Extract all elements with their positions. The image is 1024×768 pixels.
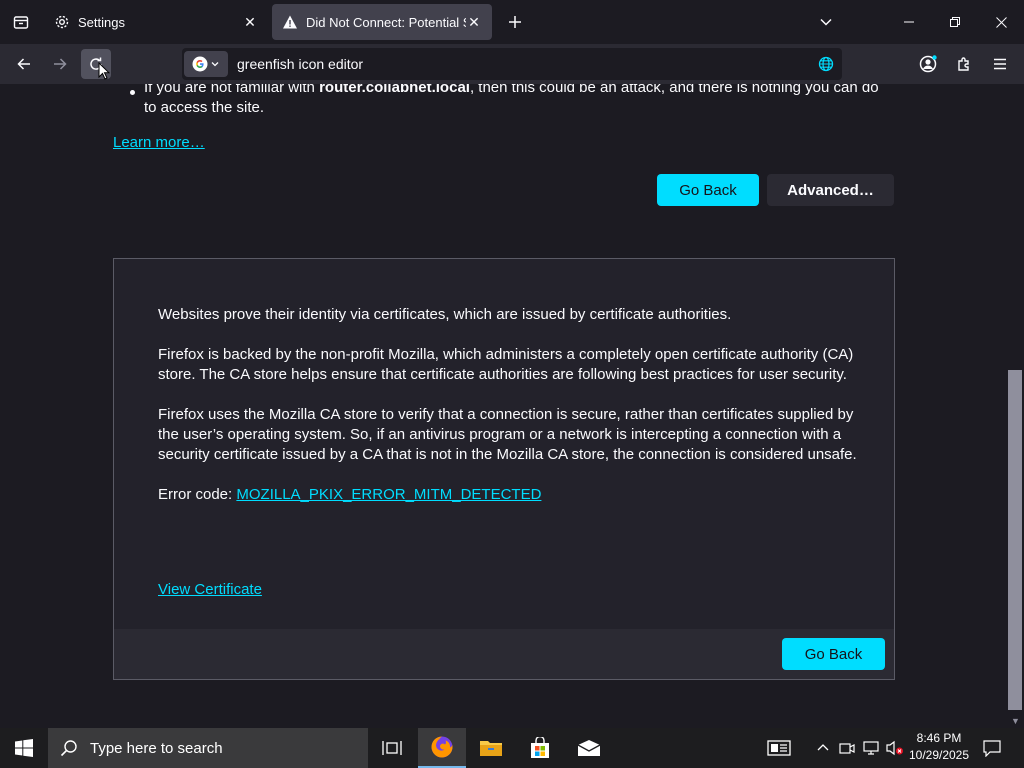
- puzzle-icon: [958, 57, 969, 71]
- go-back-button[interactable]: Go Back: [657, 174, 759, 206]
- tab-settings[interactable]: Settings ✕: [44, 4, 268, 40]
- error-code-line: Error code: MOZILLA_PKIX_ERROR_MITM_DETE…: [158, 485, 858, 505]
- close-window-button[interactable]: [978, 0, 1024, 44]
- reload-button[interactable]: [81, 49, 111, 80]
- advanced-paragraph-1: Websites prove their identity via certif…: [158, 306, 732, 323]
- new-tab-button[interactable]: [502, 8, 528, 36]
- firefox-icon: [431, 736, 453, 758]
- advanced-paragraph-2: Firefox is backed by the non-profit Mozi…: [158, 346, 854, 383]
- warning-bullet-text: If you are not familiar with router.coll…: [144, 84, 894, 118]
- bullet-dot: [130, 90, 135, 95]
- windows-logo-icon: [15, 739, 33, 757]
- google-icon: [192, 56, 208, 72]
- warning-icon: [283, 15, 297, 29]
- search-placeholder: Type here to search: [90, 739, 223, 757]
- taskbar-mail[interactable]: [565, 728, 613, 768]
- minimize-button[interactable]: [886, 0, 932, 44]
- bullet-host: router.collabnet.local: [319, 84, 470, 96]
- tab-title: Settings: [78, 14, 125, 30]
- advanced-panel: Websites prove their identity via certif…: [113, 258, 895, 680]
- advanced-panel-footer: Go Back: [114, 629, 894, 679]
- network-icon: [863, 741, 879, 755]
- task-view-button[interactable]: [368, 728, 416, 768]
- forward-button[interactable]: [45, 49, 75, 79]
- error-code-link[interactable]: MOZILLA_PKIX_ERROR_MITM_DETECTED: [236, 486, 541, 503]
- advanced-paragraph-3: Firefox uses the Mozilla CA store to ver…: [158, 406, 857, 463]
- tab-did-not-connect[interactable]: Did Not Connect: Potential Security Issu…: [272, 4, 492, 40]
- extensions-button[interactable]: [949, 49, 979, 79]
- bullet-prefix: If you are not familiar with: [144, 84, 320, 96]
- account-icon: [919, 55, 937, 73]
- search-icon: [60, 740, 77, 757]
- chevron-down-icon: [211, 62, 219, 67]
- store-icon: [531, 737, 549, 758]
- advanced-panel-body: Websites prove their identity via certif…: [158, 305, 858, 525]
- volume-button[interactable]: [884, 728, 906, 768]
- hamburger-icon: [994, 58, 1006, 70]
- vertical-scrollbar[interactable]: ▼: [1006, 84, 1024, 728]
- gear-icon: [55, 15, 69, 29]
- advanced-button[interactable]: Advanced…: [767, 174, 894, 206]
- chevron-up-icon: [817, 744, 829, 751]
- taskbar-microsoft-store[interactable]: [516, 728, 564, 768]
- close-icon[interactable]: ✕: [466, 14, 482, 30]
- taskbar-search[interactable]: Type here to search: [48, 728, 368, 768]
- page-content: If you are not familiar with router.coll…: [0, 84, 1006, 728]
- firefox-view-button[interactable]: [0, 0, 42, 44]
- restore-button[interactable]: [932, 0, 978, 44]
- folder-icon: [480, 741, 502, 756]
- notification-icon: [983, 740, 1001, 757]
- tab-title: Did Not Connect: Potential Security Issu…: [306, 14, 466, 30]
- search-engine-button[interactable]: [184, 51, 228, 77]
- camera-icon: [839, 743, 855, 754]
- news-icon: [767, 740, 791, 756]
- tab-strip: Settings ✕ Did Not Connect: Potential Se…: [0, 0, 1024, 44]
- go-back-button-secondary[interactable]: Go Back: [782, 638, 885, 670]
- mail-icon: [577, 740, 601, 756]
- network-button[interactable]: [860, 728, 882, 768]
- task-view-icon: [382, 741, 402, 755]
- globe-icon[interactable]: [818, 56, 834, 77]
- url-bar[interactable]: greenfish icon editor: [182, 48, 842, 80]
- clock-date: 10/29/2025: [908, 748, 970, 762]
- arrow-right-icon: [54, 58, 67, 70]
- app-menu-button[interactable]: [985, 49, 1015, 79]
- scrollbar-thumb[interactable]: [1008, 370, 1022, 710]
- taskbar-firefox[interactable]: [418, 728, 466, 768]
- taskbar-clock[interactable]: 8:46 PM 10/29/2025: [906, 730, 972, 764]
- firefox-view-icon: [13, 16, 29, 29]
- clock-time: 8:46 PM: [916, 731, 962, 745]
- windows-taskbar: Type here to search 8:46 PM 10/29/2025: [0, 728, 1024, 768]
- close-icon[interactable]: ✕: [242, 14, 258, 30]
- volume-muted-icon: [886, 740, 903, 756]
- show-hidden-icons-button[interactable]: [812, 728, 834, 768]
- learn-more-link[interactable]: Learn more…: [113, 134, 205, 151]
- taskbar-file-explorer[interactable]: [467, 728, 515, 768]
- back-button[interactable]: [9, 49, 39, 79]
- meet-now-button[interactable]: [836, 728, 858, 768]
- notifications-button[interactable]: [978, 728, 1006, 768]
- chevron-down-icon: [820, 18, 832, 26]
- restore-icon: [950, 17, 960, 27]
- navigation-toolbar: greenfish icon editor: [0, 44, 1024, 84]
- mouse-cursor-icon: [98, 62, 110, 80]
- scroll-down-arrow-icon[interactable]: ▼: [1011, 716, 1020, 726]
- plus-icon: [509, 16, 521, 28]
- news-widget-button[interactable]: [763, 728, 795, 768]
- arrow-left-icon: [17, 58, 30, 70]
- view-certificate-link[interactable]: View Certificate: [158, 581, 262, 598]
- url-text: greenfish icon editor: [237, 56, 364, 72]
- account-button[interactable]: [913, 49, 943, 79]
- close-icon: [995, 16, 1007, 28]
- list-all-tabs-button[interactable]: [812, 8, 840, 36]
- start-button[interactable]: [0, 728, 48, 768]
- minimize-icon: [904, 21, 914, 23]
- error-code-label: Error code:: [158, 486, 237, 503]
